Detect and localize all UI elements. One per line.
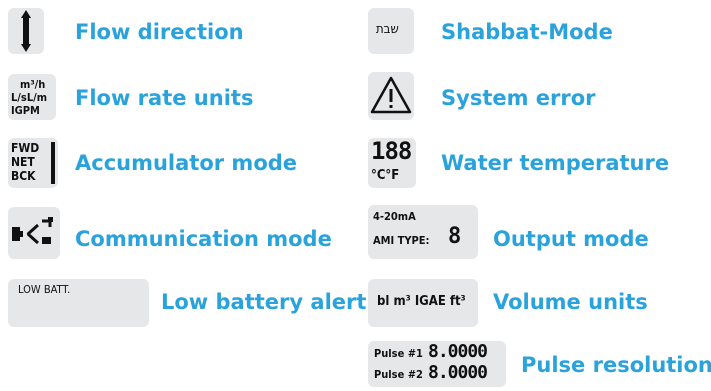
- water-temperature-icon: 188 °C°F: [368, 138, 416, 188]
- volume-units-text: bl m³ IGAE ft³: [377, 294, 466, 309]
- water-temperature-label: Water temperature: [441, 151, 670, 175]
- pulse-2-name: Pulse #2: [374, 368, 423, 381]
- low-batt-text: LOW BATT.: [18, 283, 71, 296]
- pulse-resolution-label: Pulse resolution: [521, 353, 711, 377]
- pulse-resolution-icon: Pulse #1 8.0000 Pulse #2 8.0000: [368, 341, 506, 387]
- low-battery-icon: LOW BATT.: [8, 279, 149, 327]
- accumulator-bck: BCK: [11, 169, 36, 183]
- pulse-1-value: 8.0000: [428, 341, 488, 362]
- pulse-1-name: Pulse #1: [374, 347, 423, 360]
- accumulator-bar: [51, 142, 55, 184]
- communication-mode-icon: [8, 207, 60, 259]
- accumulator-mode-label: Accumulator mode: [75, 151, 298, 175]
- pulse-2-value: 8.0000: [428, 362, 488, 383]
- system-error-label: System error: [441, 86, 596, 110]
- output-mode-icon: 4-20mA AMI TYPE: 8: [368, 205, 478, 259]
- output-digit: 8: [448, 224, 462, 249]
- accumulator-net: NET: [11, 155, 35, 169]
- shabbat-text: שבת: [376, 22, 399, 37]
- output-4-20ma: 4-20mA: [373, 210, 416, 223]
- low-battery-label: Low battery alert: [161, 290, 367, 314]
- flow-rate-m3h: m³/h: [20, 78, 46, 91]
- shabbat-mode-icon: שבת: [368, 8, 414, 54]
- output-mode-label: Output mode: [493, 227, 649, 251]
- system-error-icon: [368, 72, 414, 120]
- shabbat-mode-label: Shabbat-Mode: [441, 20, 613, 44]
- flow-rate-igpm: IGPM: [11, 104, 40, 117]
- flow-rate-units-icon: m³/h L/sL/m IGPM: [8, 74, 56, 120]
- output-ami-type: AMI TYPE:: [373, 234, 430, 247]
- flow-rate-lsl: L/sL/m: [11, 91, 48, 104]
- double-arrow-icon: [21, 10, 31, 52]
- flow-direction-label: Flow direction: [75, 20, 244, 44]
- temperature-units: °C°F: [371, 168, 400, 183]
- communication-mode-label: Communication mode: [75, 227, 332, 251]
- flow-rate-units-label: Flow rate units: [75, 86, 254, 110]
- volume-units-icon: bl m³ IGAE ft³: [368, 279, 478, 327]
- flow-direction-icon: [8, 8, 44, 54]
- temperature-digits: 188: [371, 137, 412, 165]
- volume-units-label: Volume units: [493, 290, 648, 314]
- accumulator-mode-icon: FWD NET BCK: [8, 138, 58, 188]
- accumulator-fwd: FWD: [11, 141, 40, 155]
- communication-icon: [12, 217, 53, 245]
- warning-icon: [370, 76, 412, 114]
